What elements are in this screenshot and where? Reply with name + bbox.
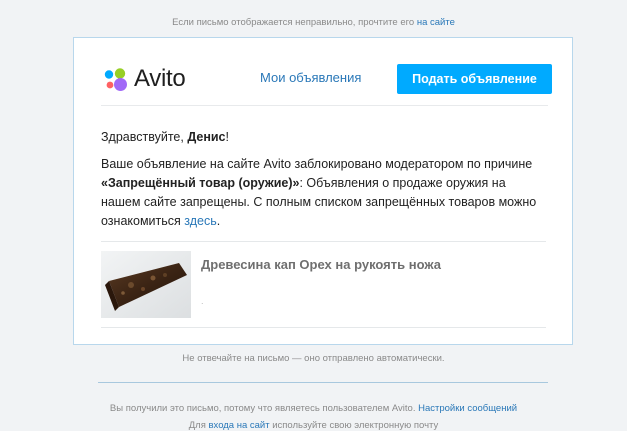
- block-message: Ваше объявление на сайте Avito заблокиро…: [101, 155, 546, 231]
- avito-logo-text: Avito: [134, 65, 186, 92]
- greeting-suffix: !: [225, 130, 229, 144]
- no-reply-note: Не отвечайте на письмо — оно отправлено …: [182, 353, 445, 364]
- user-name: Денис: [187, 130, 226, 144]
- footer-notice-text: Вы получили это письмо, потому что являе…: [109, 403, 419, 414]
- block-reason: «Запрещённый товар (оружие)»: [101, 176, 300, 190]
- avito-logo[interactable]: Avito: [101, 65, 201, 92]
- wood-block-image: [101, 251, 191, 318]
- footer-notice: Вы получили это письмо, потому что являе…: [0, 403, 627, 414]
- item-subtitle: .: [201, 296, 204, 306]
- avito-logo-icon: [104, 68, 127, 91]
- message-end: .: [216, 214, 221, 228]
- view-online-note: Если письмо отображается неправильно, пр…: [0, 17, 627, 28]
- footer-login-prefix: Для: [188, 420, 209, 431]
- forbidden-list-link[interactable]: здесь: [184, 214, 216, 228]
- item-photo[interactable]: [101, 251, 191, 318]
- message-part1: Ваше объявление на сайте Avito заблокиро…: [101, 157, 533, 171]
- greeting-prefix: Здравствуйте,: [101, 130, 188, 144]
- my-ads-link[interactable]: Мои объявления: [260, 70, 361, 85]
- footer-login-suffix: используйте свою электронную почту: [269, 420, 439, 431]
- message-settings-link[interactable]: Настройки сообщений: [418, 403, 517, 414]
- email-card: Avito Мои объявления Подать объявление З…: [73, 37, 573, 345]
- item-title[interactable]: Древесина кап Орех на рукоять ножа: [201, 257, 441, 272]
- greeting: Здравствуйте, Денис!: [101, 130, 229, 144]
- post-ad-button[interactable]: Подать объявление: [397, 64, 552, 94]
- view-online-link[interactable]: на сайте: [417, 17, 455, 28]
- email-header: Avito Мои объявления Подать объявление: [101, 62, 552, 106]
- footer-divider: [98, 382, 548, 383]
- divider-top: [101, 241, 546, 242]
- footer-login-note: Для входа на сайт используйте свою элект…: [0, 420, 627, 431]
- divider-bottom: [101, 327, 546, 328]
- login-link[interactable]: входа на сайт: [209, 420, 270, 431]
- view-online-text: Если письмо отображается неправильно, пр…: [172, 17, 417, 28]
